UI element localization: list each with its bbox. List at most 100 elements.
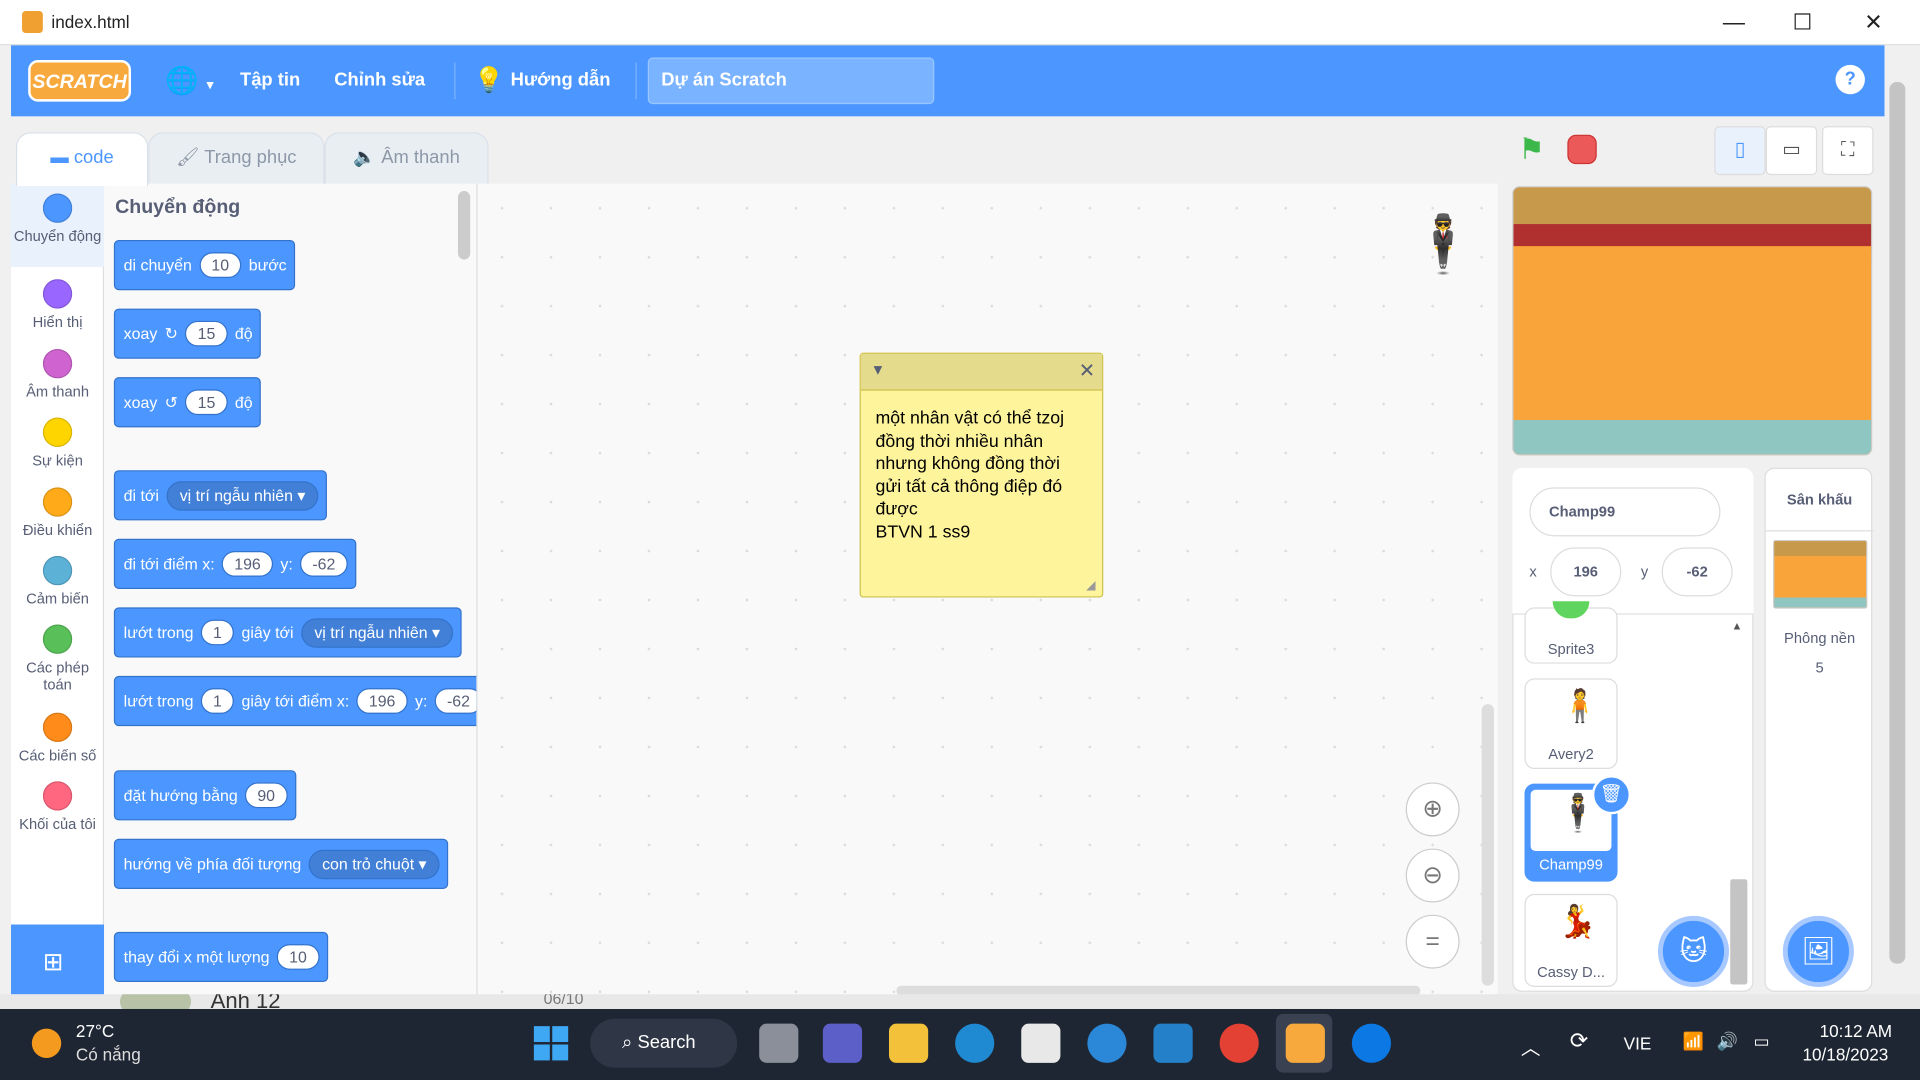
add-extension-button[interactable]: ⊞ <box>11 924 105 995</box>
block-glide-to-xy[interactable]: lướt trong 1 giây tới điểm x: 196 y: -62 <box>113 675 477 727</box>
block-point-direction[interactable]: đặt hướng bằng 90 <box>113 770 296 821</box>
tab-costumes[interactable]: 🖌 Trang phục <box>148 132 325 187</box>
tab-sounds[interactable]: 🔈 Âm thanh <box>324 132 489 187</box>
meet-icon[interactable] <box>822 1023 863 1063</box>
tab-code[interactable]: ▬ code <box>15 132 149 187</box>
collapse-arrow-icon[interactable]: ▼ <box>871 361 886 378</box>
chrome-icon[interactable] <box>1219 1023 1259 1063</box>
category-variables[interactable]: Các biến số <box>11 712 104 764</box>
sprite-thumb-sprite3[interactable]: Sprite3 <box>1524 601 1618 664</box>
stage-panel[interactable]: Sân khấu Phông nền 5 <box>1764 467 1874 992</box>
file-explorer-icon[interactable] <box>888 1023 929 1063</box>
block-go-to-xy[interactable]: đi tới điểm x: 196 y: -62 <box>113 538 357 589</box>
backdrop-thumbnail[interactable] <box>1773 540 1868 609</box>
edit-menu[interactable]: Chỉnh sửa <box>334 45 425 116</box>
block-turn-right[interactable]: xoay ↻ 15 độ <box>113 308 262 359</box>
sync-icon[interactable]: ⟳ <box>1570 1029 1588 1055</box>
stage-canvas[interactable] <box>1512 186 1873 456</box>
large-stage-icon[interactable]: ▭ <box>1765 126 1818 176</box>
wifi-icon[interactable]: 📶 <box>1682 1031 1703 1052</box>
sprite-scroll-up-icon[interactable]: ▲ <box>1731 620 1742 632</box>
choose-backdrop-icon[interactable]: 🖼 <box>1782 915 1854 987</box>
category-my-blocks[interactable]: Khối của tôi <box>11 781 104 833</box>
scratch-logo[interactable]: SCRATCH <box>28 60 132 102</box>
weather-sun-icon[interactable] <box>31 1028 62 1058</box>
scratch-app-icon[interactable] <box>1285 1023 1325 1063</box>
sprite-x-input[interactable]: 196 <box>1550 547 1622 597</box>
sprite-y-input[interactable]: -62 <box>1661 547 1733 597</box>
battery-icon[interactable]: ▭ <box>1753 1031 1769 1052</box>
behind-date: 06/10 <box>543 994 584 1008</box>
language-globe-icon[interactable]: 🌐 ▾ <box>165 45 213 116</box>
store-icon[interactable] <box>1021 1023 1061 1063</box>
small-stage-icon[interactable]: ▯ <box>1714 126 1766 176</box>
chevron-up-icon[interactable]: ︿ <box>1521 1031 1541 1060</box>
category-events[interactable]: Sự kiện <box>11 417 104 469</box>
choose-sprite-icon[interactable]: 🐱 <box>1657 915 1729 987</box>
note-text[interactable]: một nhân vật có thể tzoj đồng thời nhiều… <box>876 408 1096 544</box>
sprite-list-scrollbar[interactable] <box>1730 879 1748 985</box>
fullscreen-icon[interactable]: ⛶ <box>1822 126 1874 176</box>
myhp-icon[interactable] <box>1153 1023 1193 1063</box>
task-view-icon[interactable] <box>759 1023 799 1063</box>
sprite-thumb-cassy[interactable]: 💃 Cassy D... <box>1524 893 1618 987</box>
delete-sprite-icon[interactable]: 🗑 <box>1591 775 1632 815</box>
category-menu: Chuyển động Hiển thị Âm thanh Sự kiện Đi… <box>11 183 105 925</box>
stage-panel-title: Sân khấu <box>1786 491 1853 509</box>
clock-date[interactable]: 10/18/2023 <box>1802 1044 1888 1064</box>
green-flag-icon[interactable]: ⚑ <box>1518 132 1544 168</box>
category-sound[interactable]: Âm thanh <box>11 348 104 400</box>
help-app-icon[interactable] <box>1087 1023 1127 1063</box>
weather-temp[interactable]: 27°C <box>76 1021 114 1041</box>
palette-heading: Chuyển động <box>115 197 241 218</box>
project-title-input[interactable]: Dự án Scratch <box>647 57 935 105</box>
block-turn-left[interactable]: xoay ↺ 15 độ <box>113 377 262 428</box>
palette-scrollbar[interactable] <box>457 191 471 260</box>
comment-note[interactable]: ▼ ✕ một nhân vật có thể tzoj đồng thời n… <box>859 352 1104 598</box>
volume-icon[interactable]: 🔊 <box>1717 1031 1738 1052</box>
edge-icon[interactable] <box>955 1023 995 1063</box>
block-glide-to[interactable]: lướt trong 1 giây tới vị trí ngẫu nhiên ▾ <box>113 607 463 658</box>
workspace-vscrollbar[interactable] <box>1481 704 1494 986</box>
block-change-x[interactable]: thay đổi x một lượng 10 <box>113 931 328 983</box>
block-point-towards[interactable]: hướng về phía đối tượng con trỏ chuột ▾ <box>113 838 449 889</box>
sprite-thumb-avery2[interactable]: 🧍 Avery2 <box>1524 678 1618 769</box>
category-looks[interactable]: Hiển thị <box>11 279 104 331</box>
backdrops-label: Phông nền <box>1784 629 1856 647</box>
app-icon <box>22 11 43 34</box>
close-icon[interactable]: ✕ <box>1849 7 1898 36</box>
window-titlebar: index.html — ☐ ✕ <box>0 0 1920 46</box>
zalo-icon[interactable] <box>1351 1023 1392 1063</box>
block-move-steps[interactable]: di chuyển 10 bước <box>113 240 296 291</box>
resize-handle-icon[interactable]: ◢ <box>1086 579 1095 592</box>
category-operators[interactable]: Các phép toán <box>11 624 104 693</box>
clock-time[interactable]: 10:12 AM <box>1820 1021 1892 1041</box>
y-label: y <box>1640 563 1649 581</box>
block-go-to[interactable]: đi tới vị trí ngẫu nhiên ▾ <box>113 470 328 521</box>
category-sensing[interactable]: Cảm biến <box>11 555 104 607</box>
zoom-in-icon[interactable]: ⊕ <box>1405 782 1460 837</box>
tutorials-bulb-icon[interactable]: 💡 <box>474 45 504 116</box>
rotate-right-icon: ↻ <box>164 323 179 343</box>
maximize-icon[interactable]: ☐ <box>1778 7 1827 36</box>
category-control[interactable]: Điều khiển <box>11 487 104 539</box>
window-scrollbar[interactable] <box>1885 45 1909 995</box>
sprite-name-input[interactable]: Champ99 <box>1529 487 1721 537</box>
file-menu[interactable]: Tập tin <box>240 45 300 116</box>
extension-icon: ⊞ <box>42 948 64 976</box>
avery-figure-icon: 🧍 <box>1560 686 1600 724</box>
stop-icon[interactable] <box>1567 134 1597 165</box>
category-motion[interactable]: Chuyển động <box>11 183 105 267</box>
note-close-icon[interactable]: ✕ <box>1079 359 1095 383</box>
start-windows-icon[interactable] <box>533 1026 569 1061</box>
taskbar-search[interactable]: ⌕ Search <box>590 1018 738 1068</box>
search-icon: ⌕ <box>622 1032 638 1054</box>
input-language[interactable]: VIE <box>1624 1033 1652 1053</box>
minimize-icon[interactable]: — <box>1709 7 1758 36</box>
tutorials-menu[interactable]: Hướng dẫn <box>511 45 611 116</box>
weather-desc[interactable]: Có nắng <box>76 1044 141 1064</box>
zoom-reset-icon[interactable]: = <box>1405 914 1460 969</box>
zoom-out-icon[interactable]: ⊖ <box>1405 848 1460 903</box>
help-icon[interactable]: ? <box>1835 64 1865 95</box>
note-header[interactable]: ▼ ✕ <box>860 353 1103 391</box>
